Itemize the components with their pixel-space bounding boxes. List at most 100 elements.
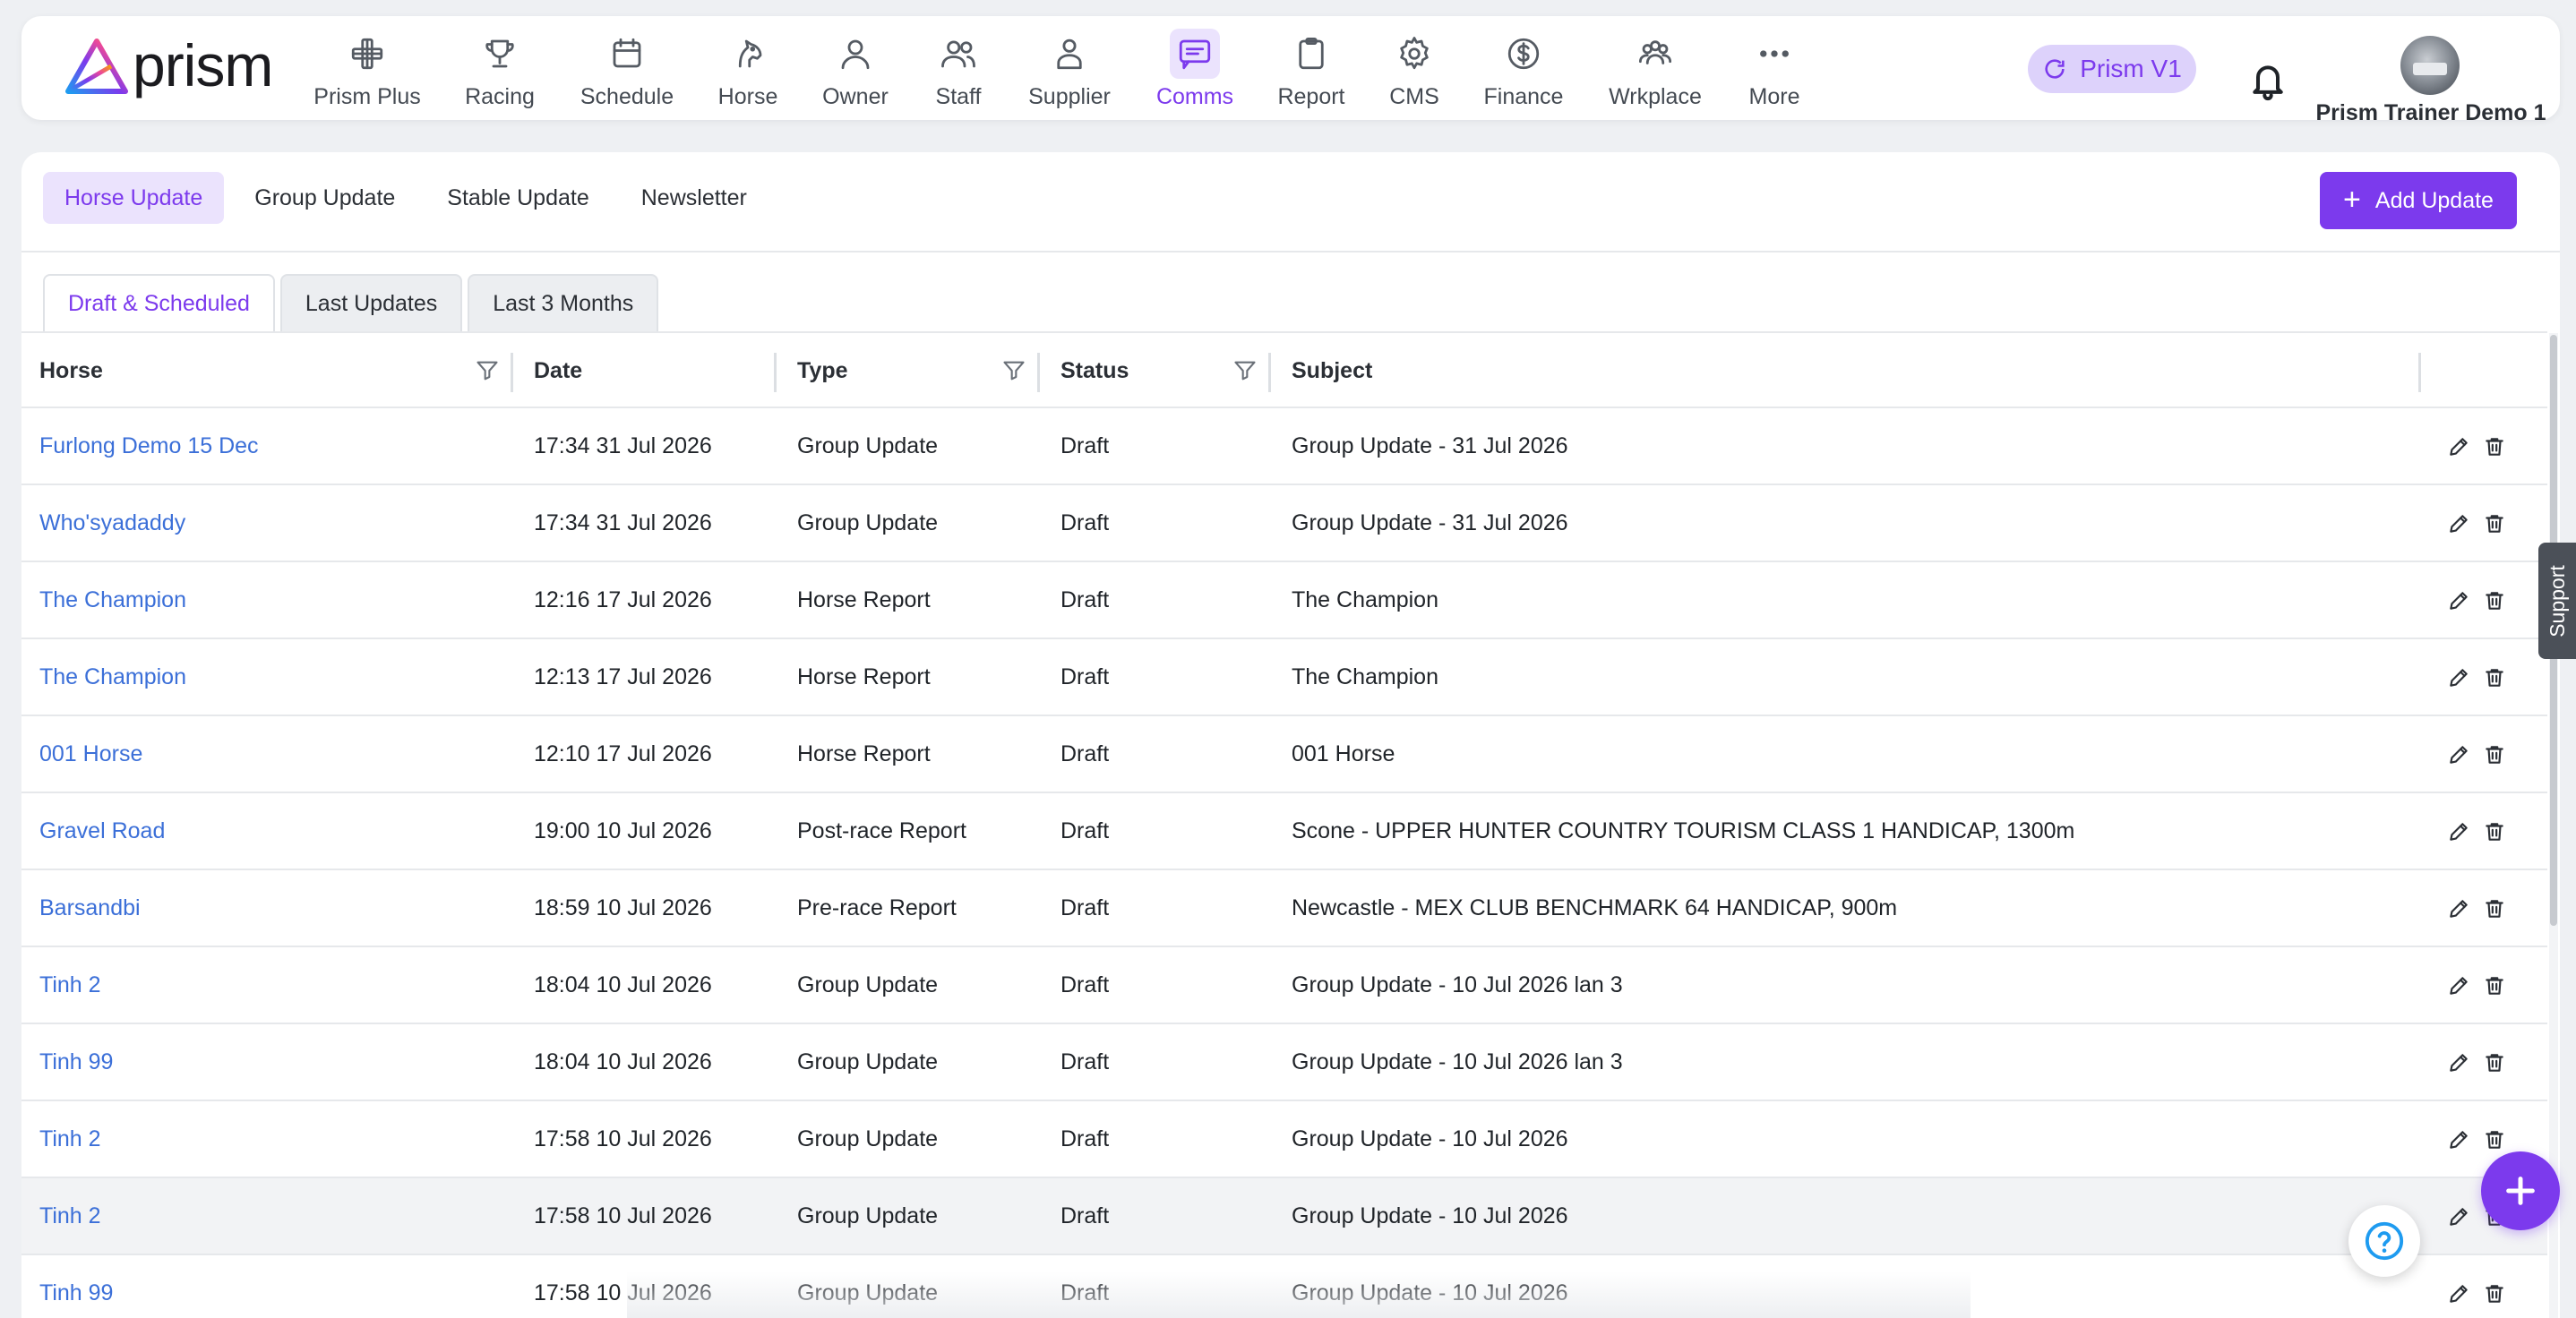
add-update-button[interactable]: + Add Update [2320,172,2517,229]
delete-trash-icon[interactable] [2483,820,2506,843]
edit-pencil-icon[interactable] [2447,666,2470,689]
column-resize-handle[interactable] [1268,353,1271,392]
tab-draft-scheduled[interactable]: Draft & Scheduled [43,274,275,331]
column-header-status[interactable]: Status [1060,333,1129,408]
subtab-stable-update[interactable]: Stable Update [425,172,610,224]
column-header-subject[interactable]: Subject [1292,333,1372,408]
bottom-fade [627,1271,1971,1318]
edit-pencil-icon[interactable] [2447,1128,2470,1151]
edit-pencil-icon[interactable] [2447,820,2470,843]
edit-pencil-icon[interactable] [2447,1205,2470,1228]
table-row[interactable]: Tinh 2 17:58 10 Jul 2026 Group Update Draft… [21,1178,2547,1255]
nav-item-prism-plus[interactable]: Prism Plus [313,29,421,118]
table-row[interactable]: Tinh 99 18:04 10 Jul 2026 Group Update Draf… [21,1024,2547,1101]
version-switch-button[interactable]: Prism V1 [2028,45,2196,93]
delete-trash-icon[interactable] [2483,1128,2506,1151]
delete-trash-icon[interactable] [2483,743,2506,766]
nav-item-finance[interactable]: Finance [1470,29,1577,118]
edit-pencil-icon[interactable] [2447,512,2470,535]
column-header-date[interactable]: Date [534,333,582,408]
cell-date: 18:04 10 Jul 2026 [534,1048,712,1074]
prism-logo[interactable]: prism [61,32,330,104]
table-row[interactable]: Barsandbi 18:59 10 Jul 2026 Pre-race Repor… [21,870,2547,947]
support-label: Support [2545,564,2569,638]
nav-item-more[interactable]: More [1721,29,1828,118]
horse-link[interactable]: Tinh 2 [39,1101,101,1177]
column-resize-handle[interactable] [1037,353,1040,392]
subtab-newsletter[interactable]: Newsletter [620,172,769,224]
subtab-horse-update[interactable]: Horse Update [43,172,225,224]
delete-trash-icon[interactable] [2483,589,2506,612]
nav-item-cms[interactable]: CMS [1361,29,1468,118]
tab-last-3-months[interactable]: Last 3 Months [468,274,659,331]
horse-link[interactable]: Furlong Demo 15 Dec [39,408,259,484]
subtab-group-update[interactable]: Group Update [233,172,416,224]
horse-link[interactable]: Tinh 99 [39,1255,113,1318]
nav-item-owner[interactable]: Owner [802,29,909,118]
edit-pencil-icon[interactable] [2447,743,2470,766]
delete-trash-icon[interactable] [2483,897,2506,920]
column-header-type[interactable]: Type [797,333,848,408]
horse-link[interactable]: Tinh 2 [39,1178,101,1254]
edit-pencil-icon[interactable] [2447,435,2470,458]
edit-pencil-icon[interactable] [2447,974,2470,997]
table-row[interactable]: Tinh 2 18:04 10 Jul 2026 Group Update Draft… [21,947,2547,1024]
cell-type: Group Update [797,509,939,535]
table-row[interactable]: 001 Horse 12:10 17 Jul 2026 Horse Report Dr… [21,716,2547,793]
horse-link[interactable]: The Champion [39,562,186,638]
notification-bell-icon[interactable] [2248,59,2288,102]
version-label: Prism V1 [2080,55,2182,82]
help-button[interactable] [2348,1205,2420,1277]
nav-item-horse[interactable]: Horse [694,29,802,118]
cell-type: Group Update [797,1125,939,1151]
edit-pencil-icon[interactable] [2447,1051,2470,1074]
column-header-horse[interactable]: Horse [39,333,103,408]
nav-item-wrkplace[interactable]: Wrkplace [1601,29,1709,118]
cell-type: Horse Report [797,586,931,612]
edit-pencil-icon[interactable] [2447,589,2470,612]
delete-trash-icon[interactable] [2483,512,2506,535]
floating-add-button[interactable] [2481,1151,2560,1230]
delete-trash-icon[interactable] [2483,666,2506,689]
horse-link[interactable]: Tinh 99 [39,1024,113,1100]
delete-trash-icon[interactable] [2483,974,2506,997]
column-resize-handle[interactable] [2418,353,2421,392]
edit-pencil-icon[interactable] [2447,1282,2470,1305]
table-row[interactable]: Who'syadaddy 17:34 31 Jul 2026 Group Updat… [21,485,2547,562]
update-category-tabs: Horse Update Group Update Stable Update … [43,172,777,224]
horse-link[interactable]: Tinh 2 [39,947,101,1023]
table-row[interactable]: The Champion 12:16 17 Jul 2026 Horse Repor… [21,562,2547,639]
user-name[interactable]: Prism Trainer Demo 1 [2314,100,2547,126]
prism-logo-icon [65,39,128,94]
nav-item-staff[interactable]: Staff [905,29,1012,118]
table-row[interactable]: The Champion 12:13 17 Jul 2026 Horse Repor… [21,639,2547,716]
horse-link[interactable]: 001 Horse [39,716,142,792]
user-avatar[interactable] [2400,36,2460,95]
support-tab[interactable]: Support [2538,543,2576,659]
horse-link[interactable]: Who'syadaddy [39,485,185,561]
edit-pencil-icon[interactable] [2447,897,2470,920]
nav-item-schedule[interactable]: Schedule [573,29,681,118]
delete-trash-icon[interactable] [2483,1282,2506,1305]
column-resize-handle[interactable] [511,353,513,392]
delete-trash-icon[interactable] [2483,1051,2506,1074]
tab-last-updates[interactable]: Last Updates [279,274,463,331]
nav-item-racing[interactable]: Racing [446,29,554,118]
calendar-icon [602,29,652,79]
table-row[interactable]: Gravel Road 19:00 10 Jul 2026 Post-race Re… [21,793,2547,870]
table-row[interactable]: Furlong Demo 15 Dec 17:34 31 Jul 2026 Grou… [21,408,2547,485]
horse-link[interactable]: Gravel Road [39,793,165,869]
delete-trash-icon[interactable] [2483,435,2506,458]
horse-link[interactable]: The Champion [39,639,186,715]
nav-label: Horse [717,84,778,109]
cell-subject: Group Update - 10 Jul 2026 [1292,1125,1568,1151]
nav-item-supplier[interactable]: Supplier [1016,29,1123,118]
cell-status: Draft [1060,1125,1110,1151]
column-resize-handle[interactable] [774,353,777,392]
horse-link[interactable]: Barsandbi [39,870,141,946]
nav-item-report[interactable]: Report [1258,29,1365,118]
table-row[interactable]: Tinh 2 17:58 10 Jul 2026 Group Update Draft… [21,1101,2547,1178]
cell-date: 17:34 31 Jul 2026 [534,509,712,535]
clipboard-icon [1286,29,1336,79]
nav-item-comms[interactable]: Comms [1141,29,1249,118]
